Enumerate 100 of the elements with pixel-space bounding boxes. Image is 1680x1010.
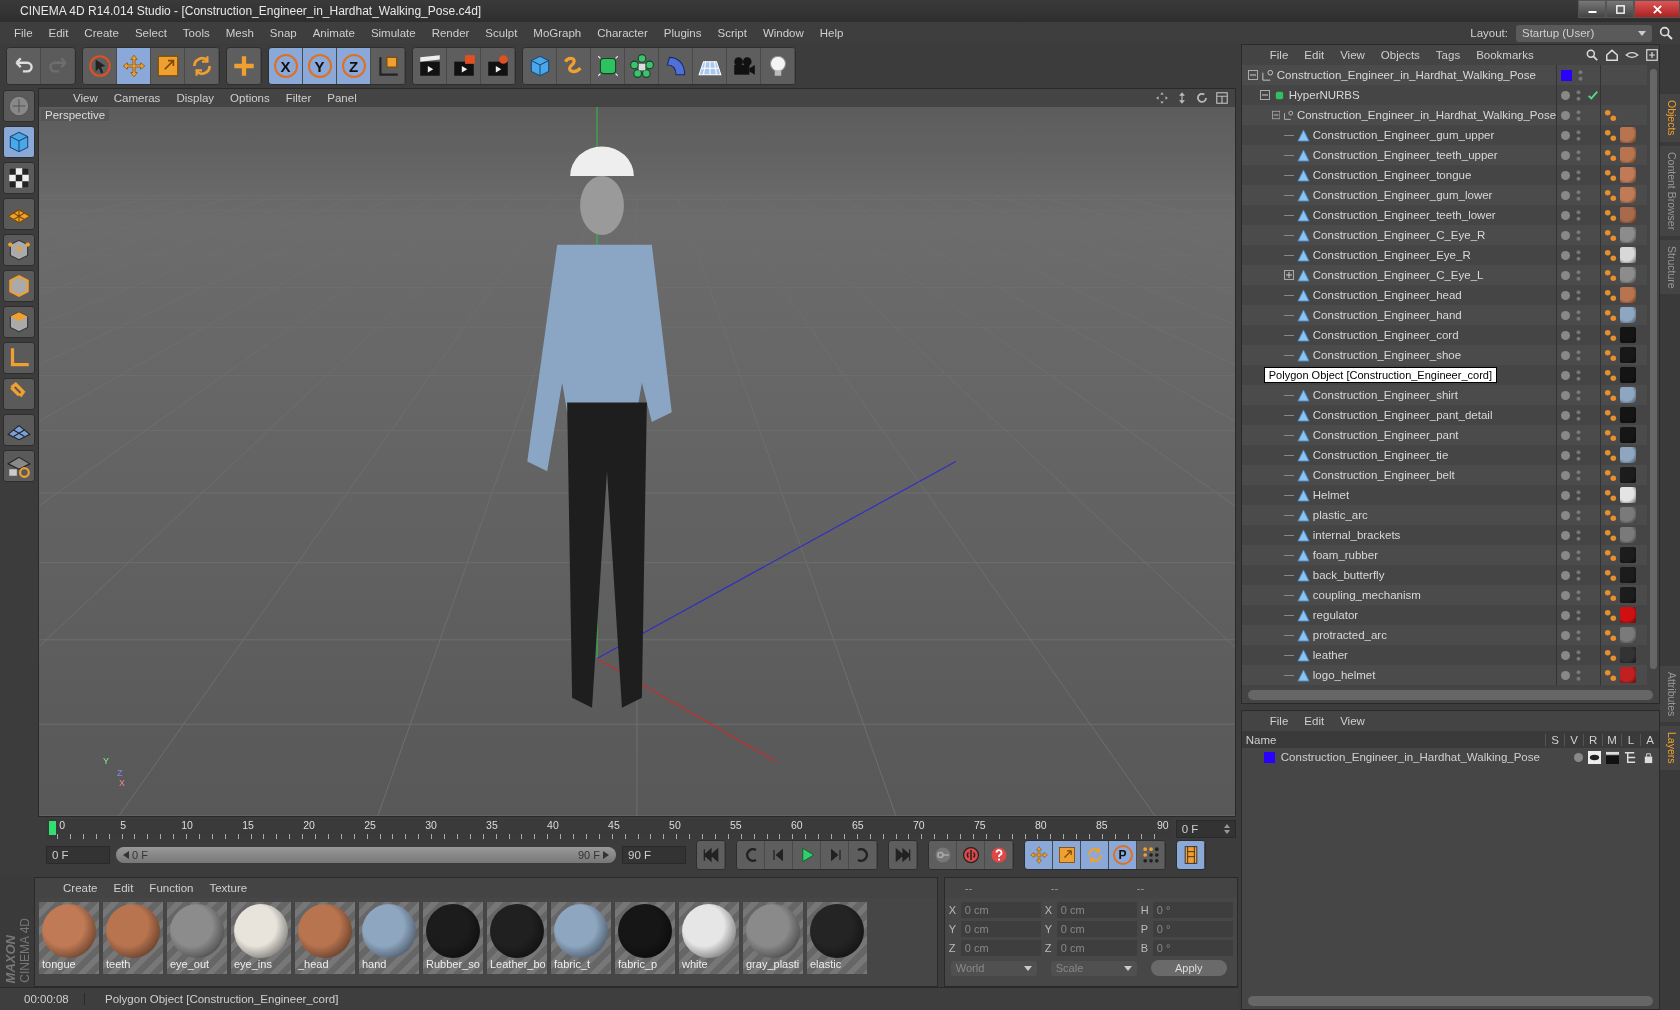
tag-dots-icon[interactable]: [1604, 508, 1618, 522]
tag-dots-icon[interactable]: [1604, 528, 1618, 542]
visibility-dot[interactable]: [1561, 470, 1571, 480]
visibility-toggle-icon[interactable]: [1576, 168, 1582, 182]
visibility-toggle-icon[interactable]: [1576, 208, 1582, 222]
viewport-menu-item[interactable]: Options: [222, 92, 278, 104]
object-name[interactable]: plastic_arc: [1312, 509, 1368, 521]
tag-dots-icon[interactable]: [1604, 428, 1618, 442]
orbit-icon[interactable]: [1194, 91, 1209, 105]
tag-dots-icon[interactable]: [1604, 148, 1618, 162]
material-menu-item[interactable]: Create: [55, 882, 106, 894]
menu-item[interactable]: Snap: [261, 27, 305, 39]
material-swatch[interactable]: Rubber_so: [423, 902, 483, 974]
pan-icon[interactable]: [1154, 91, 1169, 105]
visibility-toggle-icon[interactable]: [1576, 228, 1582, 242]
visibility-dot[interactable]: [1561, 170, 1571, 180]
visibility-toggle-icon[interactable]: [1576, 488, 1582, 502]
material-menu-item[interactable]: Texture: [201, 882, 256, 894]
object-name[interactable]: regulator: [1312, 609, 1359, 621]
tag-dots-icon[interactable]: [1604, 448, 1618, 462]
scrollbar[interactable]: [1247, 996, 1654, 1006]
visibility-dot[interactable]: [1561, 410, 1571, 420]
menu-item[interactable]: Simulate: [362, 27, 424, 39]
material-swatch[interactable]: hand: [359, 902, 419, 974]
start-frame-field[interactable]: 0 F: [46, 846, 110, 864]
checkmark-icon[interactable]: [1587, 89, 1600, 101]
toolbar-button[interactable]: [625, 48, 659, 84]
object-menu-item[interactable]: File: [1261, 49, 1297, 61]
object-name[interactable]: Construction_Engineer_teeth_lower: [1312, 209, 1496, 221]
visibility-dot[interactable]: [1561, 290, 1571, 300]
material-tag[interactable]: [1620, 387, 1637, 403]
visibility-toggle-icon[interactable]: [1576, 248, 1582, 262]
mode-button[interactable]: [3, 306, 35, 338]
mode-button[interactable]: [3, 198, 35, 230]
visibility-dot[interactable]: [1561, 450, 1571, 460]
material-swatch[interactable]: tongue: [39, 902, 99, 974]
minimize-button[interactable]: [1578, 0, 1606, 18]
visibility-dot[interactable]: [1561, 630, 1571, 640]
visibility-dot[interactable]: [1561, 250, 1571, 260]
menu-item[interactable]: Create: [76, 27, 127, 39]
material-tag[interactable]: [1620, 247, 1637, 263]
viewport-menu-item[interactable]: Filter: [277, 92, 320, 104]
mode-button[interactable]: [3, 270, 35, 302]
object-name[interactable]: Helmet: [1312, 489, 1350, 501]
visibility-dot[interactable]: [1561, 190, 1571, 200]
layout-dropdown[interactable]: Startup (User): [1516, 24, 1652, 42]
visibility-dot[interactable]: [1561, 230, 1571, 240]
tag-dots-icon[interactable]: [1604, 168, 1618, 182]
tag-dots-icon[interactable]: [1604, 608, 1618, 622]
playback-button[interactable]: [1053, 841, 1081, 869]
visibility-dot[interactable]: [1561, 530, 1571, 540]
visibility-dot[interactable]: [1561, 610, 1571, 620]
mode-button[interactable]: [3, 234, 35, 266]
tag-dots-icon[interactable]: [1604, 248, 1618, 262]
visibility-dot[interactable]: [1561, 370, 1571, 380]
material-swatch[interactable]: fabric_p: [615, 902, 675, 974]
search-icon[interactable]: [1585, 48, 1600, 62]
toolbar-button[interactable]: X: [269, 48, 303, 84]
mode-button[interactable]: [3, 162, 35, 194]
object-name[interactable]: Construction_Engineer_head: [1312, 289, 1462, 301]
material-tag[interactable]: [1620, 307, 1637, 323]
eye-icon[interactable]: [1588, 750, 1602, 764]
tag-dots-icon[interactable]: [1604, 328, 1618, 342]
menu-item[interactable]: File: [6, 27, 41, 39]
visibility-toggle-icon[interactable]: [1576, 88, 1582, 102]
3d-viewport[interactable]: Perspective Y Z X: [39, 107, 1235, 816]
viewport-menu-item[interactable]: Cameras: [105, 92, 169, 104]
tag-dots-icon[interactable]: [1604, 628, 1618, 642]
frame-range-slider[interactable]: 0 F 90 F: [116, 847, 616, 863]
visibility-dot[interactable]: [1561, 210, 1571, 220]
toolbar-button[interactable]: [413, 48, 447, 84]
visibility-toggle-icon[interactable]: [1576, 528, 1582, 542]
material-menu-item[interactable]: Edit: [105, 882, 142, 894]
menu-item[interactable]: Mesh: [217, 27, 262, 39]
playback-button[interactable]: [985, 841, 1013, 869]
object-name[interactable]: internal_brackets: [1312, 529, 1401, 541]
material-swatch[interactable]: white: [679, 902, 739, 974]
expand-icon[interactable]: [1283, 270, 1294, 280]
visibility-toggle-icon[interactable]: [1576, 668, 1582, 682]
tag-dots-icon[interactable]: [1604, 128, 1618, 142]
visibility-dot[interactable]: [1561, 130, 1571, 140]
toolbar-button[interactable]: Z: [337, 48, 371, 84]
object-name[interactable]: Construction_Engineer_Eye_R: [1312, 249, 1471, 261]
visibility-toggle-icon[interactable]: [1578, 68, 1584, 82]
new-window-icon[interactable]: [1645, 48, 1660, 62]
material-swatch[interactable]: eye_ins: [231, 902, 291, 974]
object-menu-item[interactable]: Bookmarks: [1468, 49, 1542, 61]
visibility-dot[interactable]: [1561, 350, 1571, 360]
layer-swatch[interactable]: [1561, 69, 1573, 81]
playback-button[interactable]: P: [1109, 841, 1137, 869]
left-arrow-icon[interactable]: [123, 851, 129, 859]
object-name[interactable]: foam_rubber: [1312, 549, 1378, 561]
tag-dots-icon[interactable]: [1604, 408, 1618, 422]
visibility-dot[interactable]: [1561, 330, 1571, 340]
right-arrow-icon[interactable]: [603, 851, 609, 859]
visibility-dot[interactable]: [1561, 430, 1571, 440]
tag-dots-icon[interactable]: [1604, 108, 1618, 122]
material-tag[interactable]: [1620, 447, 1637, 463]
tag-dots-icon[interactable]: [1604, 368, 1618, 382]
visibility-dot[interactable]: [1561, 90, 1571, 100]
